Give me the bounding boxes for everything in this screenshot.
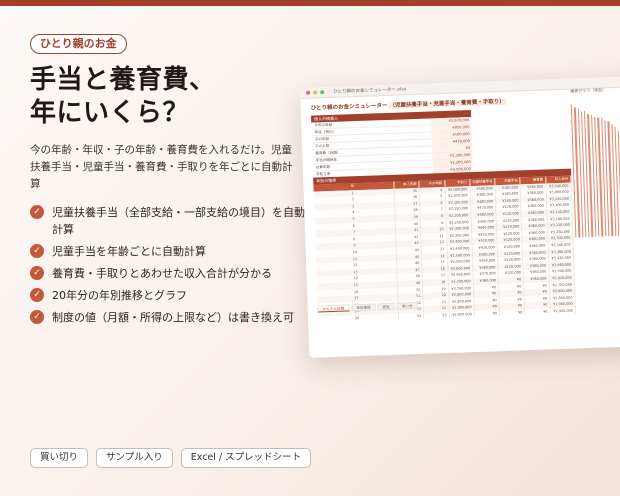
sheet-title-text: ひとり親のお金シミュレーター (310, 102, 388, 112)
spreadsheet-preview: ひとり親のお金シミュレーター.xlsx ひとり親のお金シミュレーター （児童扶養手… (300, 76, 620, 358)
feature-item: ✓ 養育費・手取りとあわせた収入合計が分かる (30, 265, 305, 282)
table-body: 1 35 4 ¥2,000,000 ¥500,000 ¥180,000 ¥360,000 ¥3… (313, 182, 577, 323)
table-cell: ¥0 (474, 310, 501, 318)
minimize-dot-icon (313, 90, 318, 95)
check-icon: ✓ (30, 266, 44, 280)
category-tag: ひとり親のお金 (30, 34, 127, 54)
feature-list: ✓ 児童扶養手当（全部支給・一部支給の境目）を自動計算 ✓ 児童手当を年齢ごとに自動… (30, 204, 305, 331)
maximize-dot-icon (320, 90, 325, 95)
sheet-tab[interactable]: 設定 (377, 302, 395, 311)
trend-graph: 推移グラフ（年別） (570, 86, 620, 238)
sheet-tab[interactable]: 使い方 (396, 302, 418, 310)
feature-text: 養育費・手取りとあわせた収入合計が分かる (52, 267, 272, 280)
description: 今の年齢・年収・子の年齢・養育費を入れるだけ。児童扶養手当・児童手当・養育費・手… (30, 144, 293, 190)
close-dot-icon (306, 90, 311, 95)
sheet-tab[interactable]: 年別推移 (351, 303, 376, 312)
window-title: ひとり親のお金シミュレーター.xlsx (333, 87, 407, 95)
table-cell: 23 (424, 311, 450, 320)
product-tags: 買い切り サンプル入り Excel / スプレッドシート (30, 448, 312, 468)
feature-item: ✓ 児童扶養手当（全部支給・一部支給の境目）を自動計算 (30, 204, 305, 238)
tag-one-time-purchase: 買い切り (30, 448, 89, 468)
feature-item: ✓ 制度の値（月額・所得の上限など）は書き換え可 (30, 309, 305, 326)
feature-item: ✓ 児童手当を年齢ごとに自動計算 (30, 243, 305, 260)
table-cell: 20 (317, 313, 400, 323)
table-cell: ¥0 (499, 309, 526, 317)
check-icon: ✓ (30, 310, 44, 324)
headline-line-2: 年にいくら？ (30, 98, 190, 128)
headline: 手当と養育費、 年にいくら？ (30, 64, 216, 130)
sheet-title: ひとり親のお金シミュレーター （児童扶養手当・児童手当・養育費・手取り） (311, 97, 507, 112)
graph-bars (570, 95, 620, 238)
feature-text: 制度の値（月額・所得の上限など）は書き換え可 (52, 311, 294, 324)
top-accent-bar (0, 0, 620, 6)
table-cell: ¥0 (525, 308, 551, 316)
table-cell: ¥2,950,000 (550, 307, 577, 315)
table-cell: 54 (398, 312, 425, 321)
table-cell: ¥2,950,000 (449, 310, 475, 319)
feature-item: ✓ 20年分の年別推移とグラフ (30, 287, 305, 304)
check-icon: ✓ (30, 288, 44, 302)
headline-line-1: 手当と養育費、 (30, 65, 216, 95)
feature-text: 20年分の年別推移とグラフ (52, 289, 187, 302)
sheet-title-highlight: （児童扶養手当・児童手当・養育費・手取り） (387, 98, 507, 109)
feature-text: 児童扶養手当（全部支給・一部支給の境目）を自動計算 (52, 206, 305, 236)
feature-text: 児童手当を年齢ごとに自動計算 (52, 245, 206, 258)
tag-sample-included: サンプル入り (96, 448, 173, 468)
yearly-table: 年別の推移 年本人年齢 子の年齢 手取り 児童扶養手当 児童手当 養育費 収入合計 1 35 4… (313, 168, 577, 323)
check-icon: ✓ (30, 244, 44, 258)
check-icon: ✓ (30, 205, 44, 219)
sheet-tab[interactable]: かんたん計算 (317, 304, 350, 313)
tag-excel-spreadsheet: Excel / スプレッドシート (180, 448, 312, 468)
graph-label: 推移グラフ（年別） (570, 87, 607, 94)
